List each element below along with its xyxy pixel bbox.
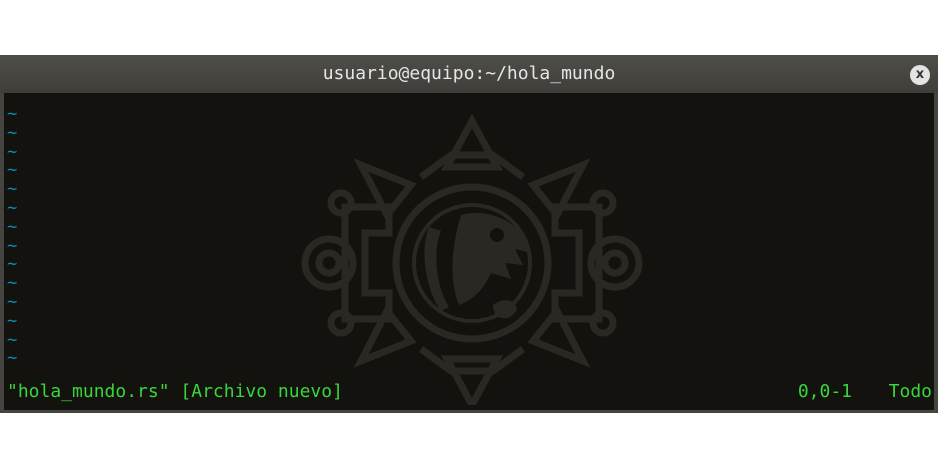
empty-line-marker: ~ — [7, 329, 18, 350]
terminal-window: usuario@equipo:~/hola_mundo x ~ ~ ~ ~ ~ … — [0, 55, 938, 413]
aztec-calendar-emblem — [301, 115, 643, 405]
empty-line-marker: ~ — [7, 160, 18, 181]
window-titlebar[interactable]: usuario@equipo:~/hola_mundo x — [0, 55, 938, 93]
vim-statusline: "hola_mundo.rs" [Archivo nuevo] 0,0-1 To… — [7, 380, 932, 404]
empty-line-marker: ~ — [7, 291, 18, 312]
empty-line-marker: ~ — [7, 141, 18, 162]
empty-line-marker: ~ — [7, 254, 18, 275]
empty-line-marker: ~ — [7, 348, 18, 369]
cursor-position: 0,0-1 — [797, 381, 852, 402]
empty-line-marker: ~ — [7, 179, 18, 200]
window-title: usuario@equipo:~/hola_mundo — [322, 63, 616, 84]
empty-line-marker: ~ — [7, 197, 18, 218]
file-message: "hola_mundo.rs" [Archivo nuevo] — [7, 381, 343, 402]
empty-line-markers: ~ ~ ~ ~ ~ ~ ~ ~ ~ ~ ~ ~ ~ ~ — [7, 105, 17, 368]
empty-line-marker: ~ — [7, 216, 18, 237]
empty-line-marker: ~ — [7, 235, 18, 256]
scroll-position: Todo — [888, 381, 932, 402]
empty-line-marker: ~ — [7, 310, 18, 331]
empty-line-marker: ~ — [7, 104, 18, 124]
close-icon[interactable]: x — [910, 65, 930, 85]
empty-line-marker: ~ — [7, 122, 18, 143]
terminal-area[interactable]: ~ ~ ~ ~ ~ ~ ~ ~ ~ ~ ~ ~ ~ ~ "hola_mundo.rs" [Archivo … — [4, 93, 934, 410]
empty-line-marker: ~ — [7, 273, 18, 294]
